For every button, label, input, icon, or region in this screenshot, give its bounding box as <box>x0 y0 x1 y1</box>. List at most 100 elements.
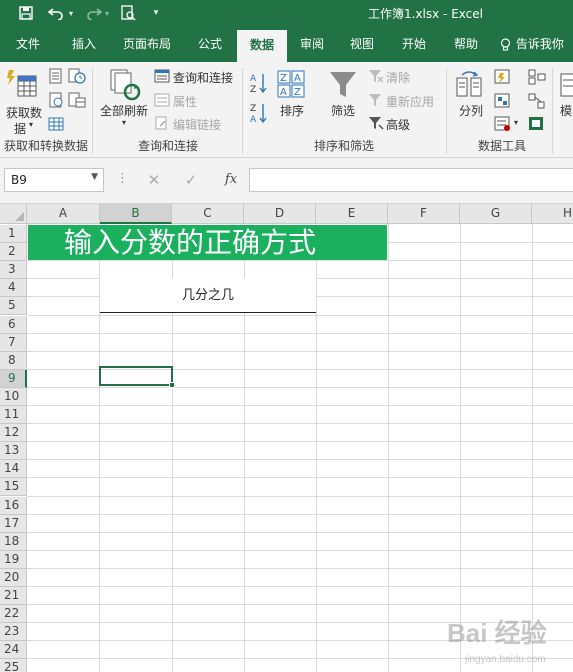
fill-handle[interactable] <box>169 382 175 388</box>
row-header-20[interactable]: 20 <box>0 568 27 587</box>
redo-icon[interactable] <box>84 3 104 23</box>
row-header-2[interactable]: 2 <box>0 243 27 262</box>
row-gridline <box>27 260 573 262</box>
tab-home[interactable]: 开始 <box>392 26 436 62</box>
existing-connections-icon[interactable] <box>68 92 86 108</box>
from-text-icon[interactable] <box>48 68 64 84</box>
reapply-label: 重新应用 <box>386 95 435 109</box>
recent-sources-icon[interactable] <box>68 68 86 84</box>
data-validation-icon[interactable] <box>494 116 512 132</box>
tab-file[interactable]: 文件 <box>8 26 48 62</box>
column-header-a[interactable]: A <box>27 204 100 224</box>
row-header-23[interactable]: 23 <box>0 623 27 642</box>
row-gridline <box>27 386 573 388</box>
baidu-jingyan-watermark: Bai 经验 jingyan.baidu.com <box>447 618 547 665</box>
group-get-transform-label: 获取和转换数据 <box>4 139 89 153</box>
manage-data-model-icon[interactable] <box>528 116 546 132</box>
sort-descending-icon[interactable]: ZA <box>250 102 268 124</box>
row-header-21[interactable]: 21 <box>0 587 27 606</box>
clear-label: 清除 <box>386 71 411 85</box>
row-header-8[interactable]: 8 <box>0 351 27 370</box>
row-header-15[interactable]: 15 <box>0 478 27 497</box>
row-header-24[interactable]: 24 <box>0 641 27 660</box>
tab-help[interactable]: 帮助 <box>446 26 486 62</box>
tab-review[interactable]: 审阅 <box>292 26 332 62</box>
row-header-1[interactable]: 1 <box>0 225 27 244</box>
insert-function-icon[interactable]: fx <box>218 168 244 192</box>
row-gridline <box>27 332 573 334</box>
row-gridline <box>27 441 573 443</box>
watermark-text: Bai 经验 <box>447 618 547 648</box>
cancel-icon[interactable]: ✕ <box>141 168 167 192</box>
tab-insert[interactable]: 插入 <box>62 26 106 62</box>
row-header-13[interactable]: 13 <box>0 442 27 461</box>
tab-page-layout[interactable]: 页面布局 <box>118 26 176 62</box>
column-header-d[interactable]: D <box>244 204 316 224</box>
name-box[interactable]: B9 ▼ <box>4 168 104 192</box>
column-header-h[interactable]: H <box>532 204 573 224</box>
svg-text:A: A <box>250 115 257 124</box>
undo-dropdown-icon[interactable]: ▾ <box>66 3 76 23</box>
flash-fill-icon[interactable] <box>494 69 512 85</box>
row-gridline <box>27 604 573 606</box>
svg-text:Z: Z <box>294 87 301 98</box>
row-header-3[interactable]: 3 <box>0 261 27 280</box>
enter-icon[interactable]: ✓ <box>178 168 204 192</box>
tab-view[interactable]: 视图 <box>342 26 382 62</box>
row-header-10[interactable]: 10 <box>0 387 27 406</box>
column-header-g[interactable]: G <box>460 204 532 224</box>
column-header-b[interactable]: B <box>100 204 172 224</box>
relationships-icon[interactable] <box>528 93 546 109</box>
row-header-19[interactable]: 19 <box>0 550 27 569</box>
customize-toolbar-icon[interactable]: ▾ <box>146 3 166 23</box>
column-header-f[interactable]: F <box>388 204 460 224</box>
column-header-c[interactable]: C <box>172 204 244 224</box>
tab-formulas[interactable]: 公式 <box>188 26 232 62</box>
print-preview-icon[interactable] <box>118 3 138 23</box>
from-table-icon[interactable] <box>48 116 64 132</box>
row-header-12[interactable]: 12 <box>0 424 27 443</box>
from-web-icon[interactable] <box>48 92 64 108</box>
row-header-11[interactable]: 11 <box>0 406 27 425</box>
row-header-9[interactable]: 9 <box>0 369 27 388</box>
consolidate-icon[interactable] <box>528 69 546 85</box>
remove-duplicates-icon[interactable] <box>494 93 512 109</box>
subtitle-cell[interactable]: 几分之几 <box>100 278 316 313</box>
tab-data[interactable]: 数据 <box>237 30 287 62</box>
lightbulb-icon <box>500 26 512 62</box>
formula-bar-resize-handle[interactable]: ⋮ <box>116 171 129 186</box>
select-all-button[interactable] <box>0 204 27 224</box>
row-header-5[interactable]: 5 <box>0 297 27 316</box>
formula-bar: B9 ▼ ⋮ ✕ ✓ fx <box>0 158 573 204</box>
group-separator <box>242 68 243 154</box>
sort-ascending-icon[interactable]: AZ <box>250 72 268 94</box>
what-if-analysis-icon[interactable] <box>560 72 573 98</box>
row-header-25[interactable]: 25 <box>0 659 27 672</box>
column-header-e[interactable]: E <box>316 204 388 224</box>
row-gridline <box>27 423 573 425</box>
redo-dropdown-icon[interactable]: ▾ <box>102 3 112 23</box>
undo-icon[interactable] <box>46 3 66 23</box>
name-box-dropdown-icon[interactable]: ▼ <box>91 172 98 182</box>
clear-filter-icon <box>369 70 384 83</box>
row-header-17[interactable]: 17 <box>0 514 27 533</box>
worksheet-grid[interactable]: A B C D E F G H 1 2 3 4 5 6 7 8 9 10 11 12 13 14 15 16 1… <box>0 204 573 672</box>
row-header-7[interactable]: 7 <box>0 333 27 352</box>
row-header-4[interactable]: 4 <box>0 279 27 298</box>
data-validation-dropdown-icon[interactable]: ▾ <box>514 118 518 127</box>
group-queries-label: 查询和连接 <box>138 139 199 153</box>
row-header-18[interactable]: 18 <box>0 532 27 551</box>
row-header-22[interactable]: 22 <box>0 605 27 624</box>
save-icon[interactable] <box>16 3 36 23</box>
row-header-6[interactable]: 6 <box>0 315 27 334</box>
active-cell-b9[interactable] <box>99 366 173 386</box>
title-banner-cell[interactable]: 输入分数的正确方式 <box>28 225 387 260</box>
ribbon: 获取数 据 ▾ 获取和转换数据 全部刷新 ▾ 查询和连接 属性 编辑链接 查询和… <box>0 62 573 158</box>
get-data-dropdown-icon: ▾ <box>29 120 34 129</box>
text-to-columns-label: 分列 <box>459 104 484 118</box>
formula-input[interactable] <box>249 168 573 192</box>
select-all-triangle-icon <box>15 212 24 221</box>
row-header-14[interactable]: 14 <box>0 460 27 479</box>
tell-me-search[interactable]: 告诉我你 <box>500 26 573 62</box>
row-header-16[interactable]: 16 <box>0 496 27 515</box>
